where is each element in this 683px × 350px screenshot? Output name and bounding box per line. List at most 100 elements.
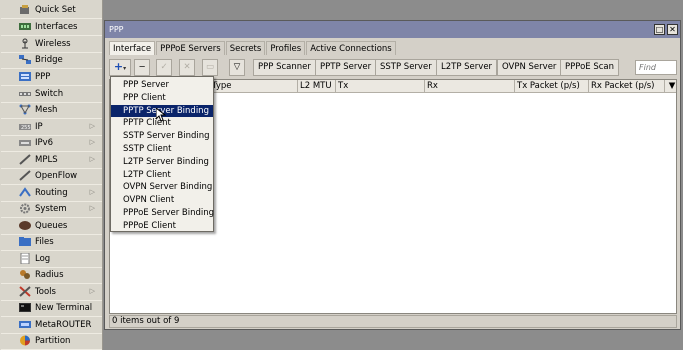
sidebar-item-ipv6[interactable]: IPv6 ▷ [1,135,102,152]
column-l2mtu[interactable]: L2 MTU [297,80,335,93]
remove-button[interactable]: − [134,59,150,76]
tab-pppoe-servers[interactable]: PPPoE Servers [156,41,225,55]
menu-item-ppp-client[interactable]: PPP Client [111,92,213,105]
menu-item-l2tp-client[interactable]: L2TP Client [111,169,213,182]
sidebar-item-label: IPv6 [35,137,54,148]
sidebar-menu: Quick Set Interfaces Wireless Bridge PPP… [0,0,103,350]
x-icon: ✕ [183,62,191,72]
sidebar-item-system[interactable]: System ▷ [1,201,102,218]
sidebar-item-queues[interactable]: Queues [1,218,102,235]
sidebar-item-label: Log [35,253,51,264]
partition-icon [19,335,31,346]
metarouter-icon [19,319,31,330]
sidebar-item-label: Queues [35,220,68,231]
sidebar-item-mpls[interactable]: MPLS ▷ [1,152,102,169]
ovpn-server-button[interactable]: OVPN Server [497,59,562,76]
column-tx[interactable]: Tx [335,80,424,93]
tab-interface[interactable]: Interface [109,41,156,55]
menu-item-ovpn-server-binding[interactable]: OVPN Server Binding [111,181,213,194]
sidebar-item-label: Mesh [35,104,58,115]
sidebar-item-openflow[interactable]: OpenFlow [1,168,102,185]
sstp-server-button[interactable]: SSTP Server [375,59,437,76]
column-rx[interactable]: Rx [424,80,514,93]
ip-icon: 255 [19,121,31,132]
comment-button[interactable]: ▭ [202,59,218,76]
log-icon [19,252,31,265]
sidebar-item-label: OpenFlow [35,170,78,181]
sidebar-item-metarouter[interactable]: MetaROUTER [1,317,102,334]
sidebar-item-tools[interactable]: Tools ▷ [1,284,102,301]
column-type[interactable]: Type [209,80,297,93]
sidebar-item-label: New Terminal [35,302,93,313]
submenu-arrow-icon: ▷ [89,188,95,196]
tools-icon [19,286,31,297]
sidebar-item-label: Radius [35,269,64,280]
item-count: 0 items out of 9 [112,316,180,326]
sidebar-item-bridge[interactable]: Bridge [1,52,102,69]
enable-button[interactable]: ✓ [156,59,172,76]
column-rx-packet[interactable]: Rx Packet (p/s) [588,80,664,93]
ipv6-icon [19,137,31,148]
tab-profiles[interactable]: Profiles [266,41,306,55]
sidebar-item-new-terminal[interactable]: New Terminal [1,300,102,317]
routing-icon [19,187,31,198]
sidebar-item-label: Partition [35,335,71,346]
pptp-server-button[interactable]: PPTP Server [315,59,377,76]
sidebar-item-label: Wireless [35,38,71,49]
menu-item-sstp-client[interactable]: SSTP Client [111,143,213,156]
submenu-arrow-icon: ▷ [89,204,95,212]
ppp-scanner-button[interactable]: PPP Scanner [253,59,316,76]
sidebar-item-label: Quick Set [35,4,76,15]
gear-icon [19,203,31,214]
sidebar-item-ip[interactable]: 255 IP ▷ [1,119,102,136]
sidebar-item-files[interactable]: Files [1,234,102,251]
wireless-icon [19,38,31,49]
restore-icon[interactable]: □ [654,24,665,35]
sidebar-item-partition[interactable]: Partition [1,333,102,350]
find-input[interactable] [635,60,677,75]
add-dropdown-menu: PPP Server PPP Client PPTP Server Bindin… [110,76,214,232]
menu-item-ppp-server[interactable]: PPP Server [111,79,213,92]
add-button[interactable]: +▾ [109,59,131,76]
menu-item-sstp-server-binding[interactable]: SSTP Server Binding [111,130,213,143]
tab-bar: Interface PPPoE Servers Secrets Profiles… [109,41,397,55]
sidebar-item-label: Switch [35,88,64,99]
sidebar-item-label: Files [35,236,54,247]
menu-item-pppoe-server-binding[interactable]: PPPoE Server Binding [111,207,214,220]
bridge-icon [19,54,31,65]
openflow-icon [19,170,31,181]
close-icon[interactable]: ✕ [667,24,678,35]
column-menu-icon[interactable]: ▼ [664,80,677,93]
mpls-icon [19,154,31,165]
pppoe-scan-button[interactable]: PPPoE Scan [560,59,620,76]
sidebar-item-routing[interactable]: Routing ▷ [1,185,102,202]
sidebar-item-mesh[interactable]: Mesh [1,102,102,119]
menu-item-pppoe-client[interactable]: PPPoE Client [111,220,213,233]
column-tx-packet[interactable]: Tx Packet (p/s) [514,80,588,93]
tab-active-connections[interactable]: Active Connections [306,41,396,55]
window-title: PPP [109,25,124,34]
terminal-icon [19,302,31,313]
disable-button[interactable]: ✕ [179,59,195,76]
queues-icon [19,220,31,231]
sidebar-item-interfaces[interactable]: Interfaces [1,19,102,36]
l2tp-server-button[interactable]: L2TP Server [436,59,498,76]
mesh-icon [19,104,31,115]
sidebar-item-ppp[interactable]: PPP [1,69,102,86]
sidebar-item-switch[interactable]: Switch [1,86,102,103]
tab-secrets[interactable]: Secrets [225,41,266,55]
sidebar-item-wireless[interactable]: Wireless [1,36,102,53]
menu-item-l2tp-server-binding[interactable]: L2TP Server Binding [111,156,213,169]
window-titlebar[interactable]: PPP □ ✕ [105,21,680,38]
sidebar-item-label: IP [35,121,43,132]
sidebar-item-label: Bridge [35,54,63,65]
filter-button[interactable]: ▽ [229,59,245,76]
sidebar-item-quick-set[interactable]: Quick Set [1,2,102,19]
sidebar-item-label: Tools [35,286,56,297]
check-icon: ✓ [160,62,168,72]
submenu-arrow-icon: ▷ [89,287,95,295]
sidebar-item-log[interactable]: Log [1,251,102,268]
menu-item-ovpn-client[interactable]: OVPN Client [111,194,213,207]
add-icon: + [113,60,124,73]
sidebar-item-radius[interactable]: Radius [1,267,102,284]
